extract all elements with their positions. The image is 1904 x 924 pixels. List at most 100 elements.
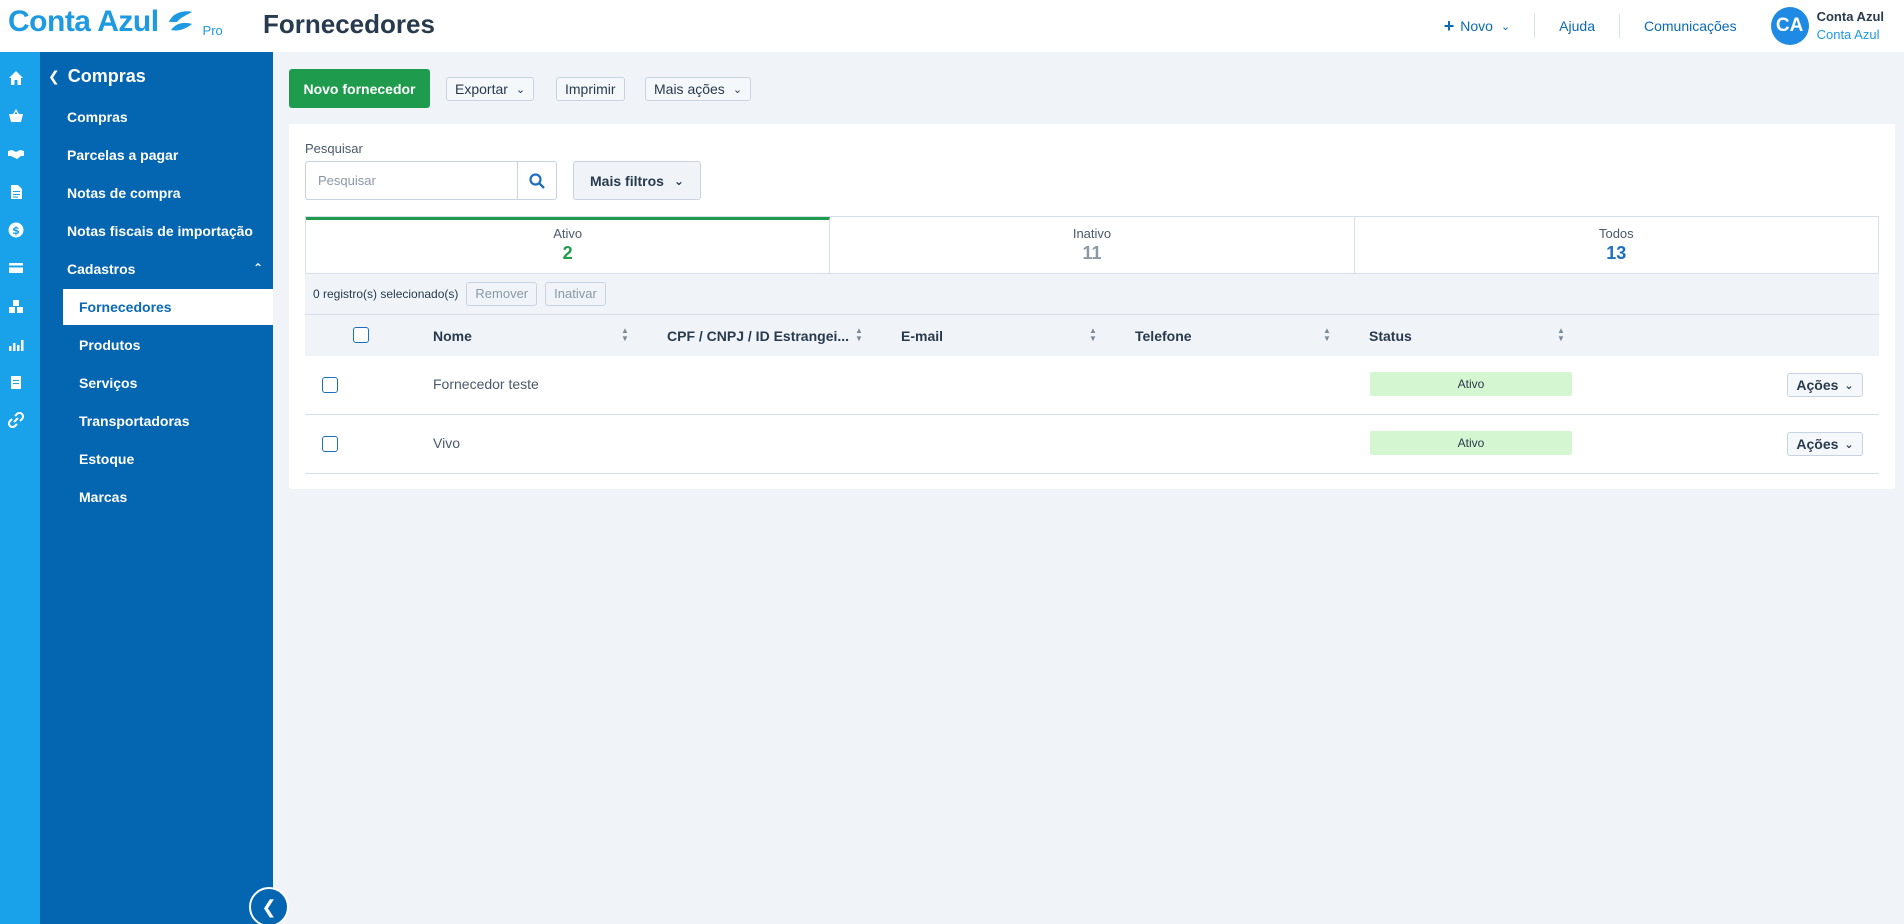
tab-count: 2	[562, 243, 573, 263]
logo-text: Conta Azul	[8, 5, 159, 38]
logo-mark-icon	[168, 11, 192, 31]
chevron-left-icon: ❮	[48, 68, 60, 84]
logo-pro-badge: Pro	[202, 23, 223, 38]
logo[interactable]: Conta Azul Pro	[8, 4, 223, 40]
sidebar-item-marcas[interactable]: Marcas	[79, 489, 127, 505]
select-all-checkbox[interactable]	[353, 327, 369, 343]
avatar[interactable]: CA	[1770, 7, 1809, 45]
export-button[interactable]: Exportar ⌄	[446, 77, 535, 101]
chevron-down-icon: ⌄	[1844, 379, 1854, 392]
tab-todos[interactable]: Todos 13	[1355, 217, 1878, 273]
column-header-email[interactable]: E-mail	[901, 328, 943, 344]
help-link[interactable]: Ajuda	[1534, 14, 1619, 38]
search-input[interactable]: Pesquisar	[305, 161, 517, 200]
sort-icon[interactable]: ▲ ▼	[1322, 327, 1332, 343]
chevron-down-icon: ⌄	[515, 83, 526, 96]
boxes-icon[interactable]	[8, 298, 24, 314]
company-name: Conta Azul	[1816, 9, 1884, 24]
more-actions-button[interactable]: Mais ações ⌄	[645, 77, 752, 101]
top-right-nav: + Novo ⌄ Ajuda Comunicações CA Conta Azu…	[1420, 0, 1904, 52]
clipboard-icon[interactable]	[8, 374, 24, 390]
user-info[interactable]: Conta Azul Conta Azul	[1817, 8, 1884, 44]
table-row[interactable]: Vivo Ativo Ações ⌄	[305, 415, 1879, 474]
more-actions-label: Mais ações	[654, 81, 725, 97]
search-icon	[529, 172, 545, 189]
user-name: Conta Azul	[1816, 27, 1880, 42]
sort-icon[interactable]: ▲ ▼	[854, 327, 864, 343]
column-header-nome[interactable]: Nome	[433, 328, 472, 344]
new-menu-label: Novo	[1460, 18, 1493, 34]
selection-bar: 0 registro(s) selecionado(s) Remover Ina…	[305, 274, 1879, 314]
handshake-icon[interactable]	[8, 146, 24, 162]
sidebar-item-produtos[interactable]: Produtos	[79, 337, 140, 353]
sidebar-item-estoque[interactable]: Estoque	[79, 451, 134, 467]
sidebar-back-button[interactable]: ❮ Compras	[48, 66, 146, 87]
table-row[interactable]: Fornecedor teste Ativo Ações ⌄	[305, 356, 1879, 415]
sidebar-item-transportadoras[interactable]: Transportadoras	[79, 413, 189, 429]
chevron-down-icon: ⌄	[1844, 438, 1854, 451]
sidebar-item-compras[interactable]: Compras	[67, 109, 128, 125]
new-supplier-button[interactable]: Novo fornecedor	[289, 69, 430, 108]
document-icon[interactable]	[8, 184, 24, 200]
search-button[interactable]	[517, 161, 557, 200]
plus-icon: +	[1443, 15, 1455, 36]
sidebar-item-servicos[interactable]: Serviços	[79, 375, 137, 391]
row-checkbox[interactable]	[322, 436, 338, 452]
export-label: Exportar	[455, 81, 508, 97]
card-icon[interactable]	[8, 260, 24, 276]
top-header: Conta Azul Pro Fornecedores + Novo ⌄ Aju…	[0, 0, 1904, 52]
tab-count: 11	[1082, 243, 1102, 263]
sidebar-item-label: Cadastros	[67, 261, 136, 277]
chevron-down-icon: ⌄	[1500, 20, 1511, 33]
collapse-sidebar-button[interactable]: ❮	[249, 887, 289, 924]
status-badge: Ativo	[1370, 431, 1572, 455]
suppliers-panel: Pesquisar Pesquisar Mais filtros ⌄ Ativo…	[289, 124, 1895, 489]
search-label: Pesquisar	[305, 141, 363, 156]
status-badge: Ativo	[1370, 372, 1572, 396]
basket-icon[interactable]	[8, 108, 24, 124]
supplier-name[interactable]: Fornecedor teste	[433, 376, 539, 392]
home-icon[interactable]	[8, 70, 24, 86]
deactivate-button[interactable]: Inativar	[545, 282, 606, 306]
row-actions-label: Ações	[1796, 377, 1839, 393]
row-actions-button[interactable]: Ações ⌄	[1787, 373, 1863, 397]
new-menu-button[interactable]: + Novo ⌄	[1420, 14, 1534, 38]
sidebar-item-fornecedores[interactable]: Fornecedores	[63, 289, 273, 325]
chevron-down-icon: ⌄	[732, 83, 743, 96]
sidebar-item-cadastros[interactable]: Cadastros ⌃	[67, 261, 263, 277]
chevron-up-icon: ⌃	[252, 261, 263, 275]
column-header-cpf-cnpj[interactable]: CPF / CNPJ / ID Estrangei...	[667, 328, 849, 344]
row-checkbox[interactable]	[322, 377, 338, 393]
page-title: Fornecedores	[263, 9, 435, 39]
remove-button[interactable]: Remover	[466, 282, 538, 306]
chart-icon[interactable]	[8, 336, 24, 352]
tab-label: Ativo	[553, 226, 583, 241]
sort-icon[interactable]: ▲ ▼	[1556, 327, 1566, 343]
sidebar: ❮ Compras Compras Parcelas a pagar Notas…	[40, 52, 273, 924]
status-tabs: Ativo 2 Inativo 11 Todos 13	[305, 216, 1879, 274]
supplier-name[interactable]: Vivo	[433, 435, 460, 451]
sidebar-item-notas-importacao[interactable]: Notas fiscais de importação	[67, 223, 253, 239]
row-actions-label: Ações	[1796, 436, 1839, 452]
column-header-telefone[interactable]: Telefone	[1135, 328, 1192, 344]
sidebar-item-notas-compra[interactable]: Notas de compra	[67, 185, 181, 201]
chevron-down-icon: ⌄	[673, 173, 684, 188]
tab-count: 13	[1606, 243, 1627, 263]
dollar-icon[interactable]: $	[8, 222, 24, 238]
sidebar-back-label: Compras	[67, 66, 146, 86]
chevron-left-icon: ❮	[261, 896, 277, 917]
tab-inativo[interactable]: Inativo 11	[830, 217, 1355, 273]
link-icon[interactable]	[8, 412, 24, 428]
sidebar-item-parcelas[interactable]: Parcelas a pagar	[67, 147, 178, 163]
row-actions-button[interactable]: Ações ⌄	[1787, 432, 1863, 456]
print-button[interactable]: Imprimir	[556, 77, 625, 101]
more-filters-button[interactable]: Mais filtros ⌄	[573, 161, 701, 200]
column-header-status[interactable]: Status	[1369, 328, 1412, 344]
table-header: Nome ▲ ▼ CPF / CNPJ / ID Estrangei... ▲ ▼ …	[305, 314, 1879, 356]
svg-text:$: $	[12, 224, 20, 237]
tab-label: Todos	[1598, 226, 1634, 241]
tab-ativo[interactable]: Ativo 2	[306, 217, 831, 273]
communications-link[interactable]: Comunicações	[1618, 14, 1761, 38]
sort-icon[interactable]: ▲ ▼	[620, 327, 630, 343]
sort-icon[interactable]: ▲ ▼	[1088, 327, 1098, 343]
